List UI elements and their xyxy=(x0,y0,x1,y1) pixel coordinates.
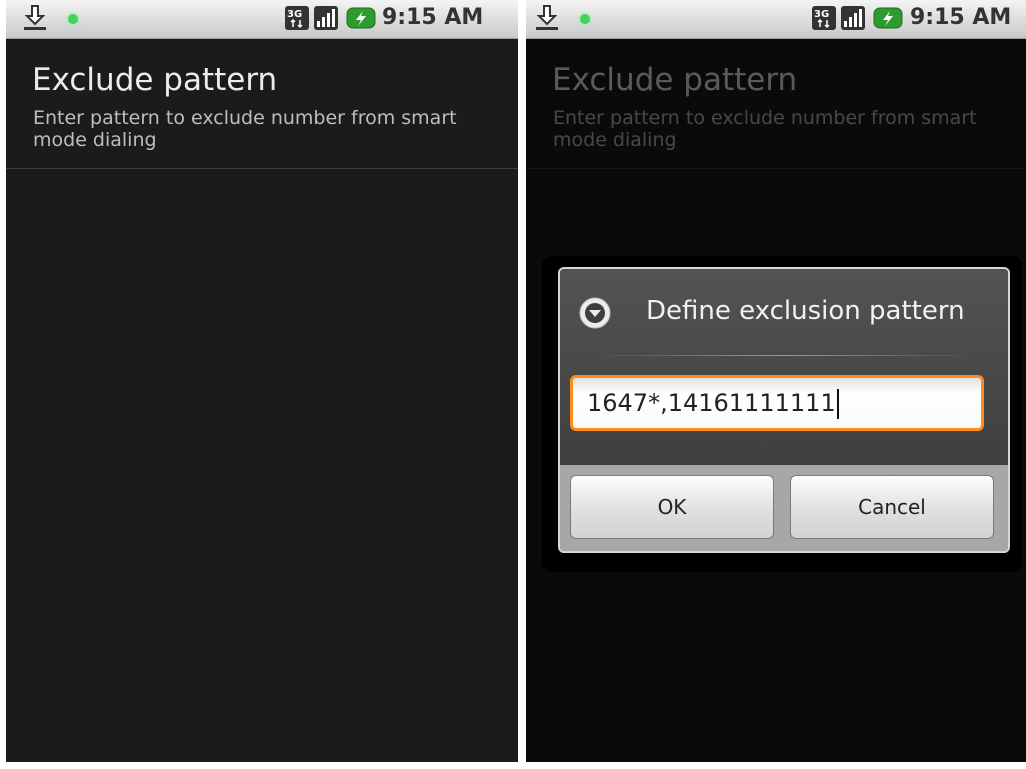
status-bar[interactable]: 3G 9:15 AM xyxy=(6,0,518,39)
signal-strength-icon xyxy=(841,6,865,30)
preference-title: Exclude pattern xyxy=(32,62,278,98)
dialog-button-bar: OK Cancel xyxy=(560,465,1008,551)
battery-charging-icon xyxy=(873,7,903,29)
ok-button[interactable]: OK xyxy=(570,475,774,539)
signal-strength-icon xyxy=(314,6,338,30)
download-icon xyxy=(536,5,558,30)
3g-data-icon: 3G xyxy=(285,6,309,30)
dialog-title-divider xyxy=(590,355,978,356)
status-time: 9:15 AM xyxy=(910,5,1012,30)
network-type-label: 3G xyxy=(814,9,829,20)
status-time: 9:15 AM xyxy=(382,5,484,30)
preference-summary: Enter pattern to exclude number from sma… xyxy=(33,107,457,151)
exclusion-pattern-input[interactable]: 1647*,14161111111 xyxy=(570,375,984,431)
left-screen: 3G 9:15 AM Exclude pattern Enter pattern… xyxy=(6,0,518,762)
exclusion-dialog: Define exclusion pattern 1647*,141611111… xyxy=(558,267,1010,553)
input-value: 1647*,14161111111 xyxy=(587,389,836,417)
notification-dot-icon xyxy=(68,14,78,24)
cancel-button[interactable]: Cancel xyxy=(790,475,994,539)
dropdown-circle-icon xyxy=(579,297,611,329)
battery-charging-icon xyxy=(346,7,376,29)
status-bar[interactable]: 3G 9:15 AM xyxy=(526,0,1026,39)
list-divider xyxy=(6,168,518,169)
dialog-header: Define exclusion pattern 1647*,141611111… xyxy=(560,269,1008,465)
text-cursor xyxy=(836,389,839,419)
3g-data-icon: 3G xyxy=(812,6,836,30)
network-type-label: 3G xyxy=(287,9,302,20)
dialog-title: Define exclusion pattern xyxy=(646,296,965,326)
notification-dot-icon xyxy=(580,14,590,24)
download-icon xyxy=(24,5,46,30)
